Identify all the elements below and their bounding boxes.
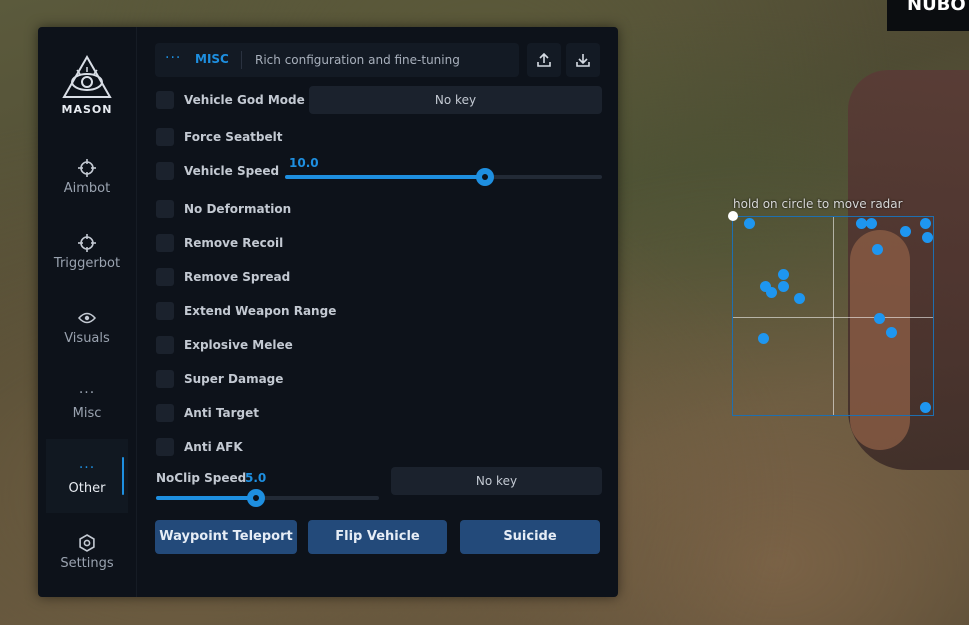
option-label: Vehicle Speed — [184, 164, 280, 178]
slider-fill — [156, 496, 257, 500]
radar-crosshair-vertical — [833, 217, 834, 415]
checkbox[interactable] — [156, 128, 174, 146]
eye-pyramid-icon — [62, 55, 112, 98]
gear-icon — [79, 534, 95, 552]
section-subtitle: Rich configuration and fine-tuning — [255, 53, 460, 67]
option-label: Vehicle God Mode — [184, 93, 305, 107]
checkbox[interactable] — [156, 234, 174, 252]
nav-label: Aimbot — [63, 181, 111, 196]
upload-icon — [537, 52, 551, 67]
nav-label: Settings — [60, 556, 114, 571]
dots-icon: ··· — [78, 385, 96, 401]
option-explosive-melee[interactable]: Explosive Melee — [156, 335, 293, 355]
export-config-button[interactable] — [527, 43, 561, 77]
checkbox[interactable] — [156, 162, 174, 180]
nav-settings[interactable]: Settings — [46, 514, 128, 588]
nav-label: Other — [68, 481, 106, 496]
radar-blip — [794, 293, 805, 305]
option-label: Explosive Melee — [184, 338, 293, 352]
checkbox[interactable] — [156, 200, 174, 218]
radar-blip — [866, 217, 877, 229]
suicide-button[interactable]: Suicide — [460, 520, 600, 554]
nav-label: Visuals — [64, 331, 110, 346]
option-label: Super Damage — [184, 372, 284, 386]
vehicle-speed-slider[interactable] — [285, 168, 602, 186]
section-header: ··· MISC Rich configuration and fine-tun… — [155, 43, 519, 77]
option-vehicle-god-mode[interactable]: Vehicle God Mode — [156, 90, 305, 110]
checkbox[interactable] — [156, 336, 174, 354]
menu-panel: MASON Aimbot Triggerbot Visuals ··· Misc… — [38, 27, 618, 597]
nav-aimbot[interactable]: Aimbot — [46, 139, 128, 213]
slider-thumb[interactable] — [247, 489, 266, 507]
option-extend-weapon-range[interactable]: Extend Weapon Range — [156, 301, 336, 321]
option-super-damage[interactable]: Super Damage — [156, 369, 283, 389]
noclip-speed-value: 5.0 — [245, 471, 267, 485]
checkbox[interactable] — [156, 91, 174, 109]
option-label: Anti Target — [184, 406, 259, 420]
corner-label: NUBO — [887, 0, 969, 31]
dots-icon: ··· — [78, 460, 96, 476]
eye-icon — [78, 312, 96, 324]
nav-label: Misc — [72, 406, 102, 421]
nav-other[interactable]: ··· Other — [46, 439, 128, 513]
header-divider — [241, 51, 242, 69]
option-anti-afk[interactable]: Anti AFK — [156, 437, 243, 457]
slider-thumb[interactable] — [475, 168, 494, 186]
vehicle-speed-value: 10.0 — [289, 156, 319, 170]
brand-logo: MASON — [38, 55, 136, 116]
radar-blip — [920, 402, 931, 414]
option-remove-spread[interactable]: Remove Spread — [156, 267, 290, 287]
option-label: Force Seatbelt — [184, 130, 283, 144]
option-label: Anti AFK — [184, 440, 243, 454]
vehicle-god-mode-keybind[interactable]: No key — [309, 86, 602, 114]
radar-blip — [874, 312, 885, 324]
nav-misc[interactable]: ··· Misc — [46, 364, 128, 438]
radar-hint: hold on circle to move radar — [733, 197, 903, 211]
radar[interactable] — [732, 216, 934, 416]
option-label: Extend Weapon Range — [184, 304, 337, 318]
waypoint-teleport-button[interactable]: Waypoint Teleport — [155, 520, 297, 554]
nav-triggerbot[interactable]: Triggerbot — [46, 214, 128, 288]
noclip-speed-label: NoClip Speed — [156, 471, 247, 485]
section-title: MISC — [195, 52, 229, 66]
radar-blip — [872, 243, 883, 255]
checkbox[interactable] — [156, 370, 174, 388]
noclip-keybind[interactable]: No key — [391, 467, 602, 495]
checkbox[interactable] — [156, 404, 174, 422]
checkbox[interactable] — [156, 302, 174, 320]
crosshair-icon — [78, 159, 96, 177]
radar-blip — [744, 217, 755, 229]
dots-icon: ··· — [165, 50, 182, 66]
option-no-deformation[interactable]: No Deformation — [156, 199, 291, 219]
slider-fill — [285, 175, 485, 179]
radar-blip — [920, 217, 931, 229]
noclip-speed-slider[interactable] — [156, 489, 379, 507]
brand-name: MASON — [61, 103, 113, 116]
download-icon — [576, 54, 590, 67]
radar-blip — [778, 269, 789, 281]
radar-move-handle[interactable] — [728, 211, 738, 221]
option-vehicle-speed[interactable]: Vehicle Speed — [156, 161, 279, 181]
option-force-seatbelt[interactable]: Force Seatbelt — [156, 127, 283, 147]
radar-blip — [758, 332, 769, 344]
option-label: Remove Recoil — [184, 236, 284, 250]
radar-blip — [886, 326, 897, 338]
option-label: Remove Spread — [184, 270, 291, 284]
option-remove-recoil[interactable]: Remove Recoil — [156, 233, 283, 253]
checkbox[interactable] — [156, 438, 174, 456]
option-label: No Deformation — [184, 202, 292, 216]
sidebar: MASON Aimbot Triggerbot Visuals ··· Misc… — [38, 27, 137, 597]
radar-blip — [900, 225, 911, 237]
nav-visuals[interactable]: Visuals — [46, 289, 128, 363]
crosshair-icon — [78, 234, 96, 252]
radar-blip — [778, 281, 789, 293]
checkbox[interactable] — [156, 268, 174, 286]
option-anti-target[interactable]: Anti Target — [156, 403, 259, 423]
flip-vehicle-button[interactable]: Flip Vehicle — [308, 520, 447, 554]
nav-label: Triggerbot — [53, 256, 121, 271]
radar-blip — [766, 287, 777, 299]
import-config-button[interactable] — [566, 43, 600, 77]
radar-blip — [922, 231, 933, 243]
